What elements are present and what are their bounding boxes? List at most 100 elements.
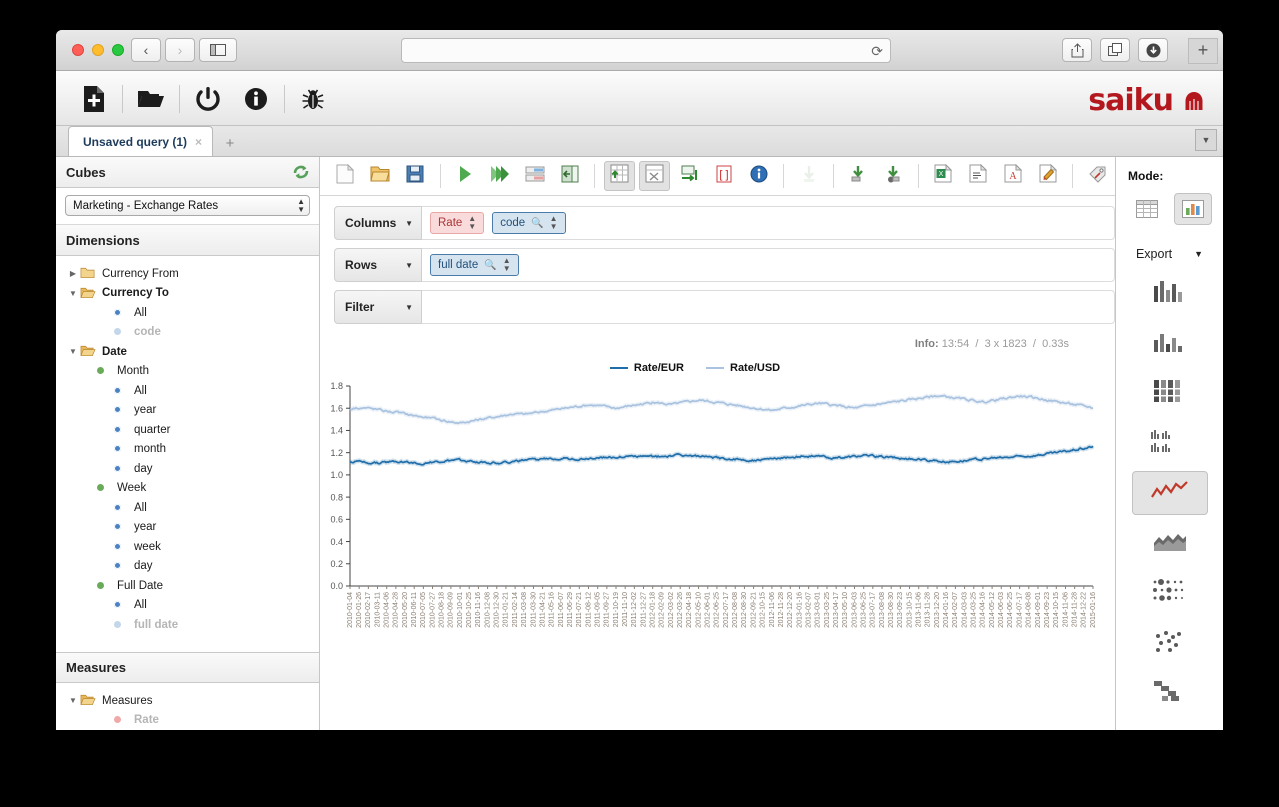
stepper-icon[interactable]: ▲ ▼ bbox=[550, 215, 558, 231]
debug-button[interactable] bbox=[289, 79, 337, 119]
query-info-button[interactable] bbox=[743, 161, 774, 191]
stacked-percent-bar-chart-button[interactable] bbox=[1132, 371, 1208, 415]
search-icon[interactable]: 🔍 bbox=[531, 218, 543, 229]
chevron-down-icon[interactable]: ▼ bbox=[405, 261, 413, 270]
open-query-button[interactable] bbox=[127, 79, 175, 119]
tag-query-button[interactable] bbox=[1082, 161, 1113, 191]
logout-button[interactable] bbox=[184, 79, 232, 119]
rows-label-button[interactable]: Rows ▼ bbox=[334, 248, 422, 282]
filter-field[interactable] bbox=[422, 290, 1115, 324]
show-tabs-button[interactable] bbox=[1100, 38, 1130, 62]
tree-item[interactable]: ▼ Currency To bbox=[56, 284, 319, 304]
tree-item[interactable]: ▶ Currency From bbox=[56, 264, 319, 284]
add-query-tab-button[interactable]: + bbox=[217, 130, 243, 156]
tree-item[interactable]: ▸ Week bbox=[56, 479, 319, 499]
refresh-cubes-button[interactable] bbox=[292, 163, 310, 184]
maximize-window-button[interactable] bbox=[112, 44, 124, 56]
legend-item[interactable]: Rate/EUR bbox=[609, 362, 684, 374]
minimize-window-button[interactable] bbox=[92, 44, 104, 56]
drill-through-disabled-button[interactable] bbox=[793, 161, 824, 191]
cube-select[interactable]: Marketing - Exchange Rates ▲ ▼ bbox=[65, 195, 310, 216]
rows-field[interactable]: full date 🔍 ▲ ▼ bbox=[422, 248, 1115, 282]
back-button[interactable]: ‹ bbox=[131, 38, 161, 62]
pie-chart-button[interactable] bbox=[1132, 721, 1208, 730]
export-csv-button[interactable] bbox=[963, 161, 994, 191]
chevron-down-icon[interactable]: ▼ bbox=[405, 219, 413, 228]
export-drill-through-all-button[interactable] bbox=[878, 161, 909, 191]
stepper-icon[interactable]: ▲ ▼ bbox=[468, 215, 476, 231]
chevron-down-icon[interactable]: ▼ bbox=[405, 303, 413, 312]
chip-code[interactable]: code 🔍 ▲ ▼ bbox=[492, 212, 566, 234]
automatic-execution-button[interactable] bbox=[484, 161, 515, 191]
tab-overflow-button[interactable]: ▼ bbox=[1195, 129, 1217, 151]
close-window-button[interactable] bbox=[72, 44, 84, 56]
new-tab-button[interactable]: + bbox=[1188, 38, 1218, 64]
export-pdf-button[interactable]: A bbox=[997, 161, 1028, 191]
suppress-empty-button[interactable] bbox=[638, 161, 670, 191]
scatter-chart-button[interactable] bbox=[1132, 621, 1208, 665]
columns-label-button[interactable]: Columns ▼ bbox=[334, 206, 422, 240]
area-chart-button[interactable] bbox=[1132, 521, 1208, 565]
export-drill-through-button[interactable] bbox=[843, 161, 874, 191]
sidebar-toggle-button[interactable] bbox=[199, 38, 237, 62]
chip-full-date[interactable]: full date 🔍 ▲ ▼ bbox=[430, 254, 519, 276]
chart-mode-button[interactable] bbox=[1173, 193, 1212, 225]
about-button[interactable] bbox=[232, 79, 280, 119]
swap-axes-button[interactable] bbox=[674, 161, 705, 191]
waterfall-chart-button[interactable] bbox=[1132, 671, 1208, 715]
tree-item[interactable]: ▸ year bbox=[56, 401, 319, 421]
line-chart[interactable]: 0.0 0.2 0.4 0.6 0.8 1.0 1.2 1.4 1.6 1.8 2010-01-04… bbox=[320, 374, 1115, 674]
dot-matrix-chart-button[interactable] bbox=[1132, 571, 1208, 615]
tree-item[interactable]: ▸ year bbox=[56, 518, 319, 538]
query-tab[interactable]: Unsaved query (1) × bbox=[68, 126, 214, 156]
export-row[interactable]: Export ▼ bbox=[1136, 247, 1203, 261]
forward-button[interactable]: › bbox=[165, 38, 195, 62]
tree-item[interactable]: ▸ All bbox=[56, 498, 319, 518]
share-button[interactable] bbox=[1062, 38, 1092, 62]
multiple-bar-chart-button[interactable] bbox=[1132, 421, 1208, 465]
tree-item[interactable]: ▸ day bbox=[56, 557, 319, 577]
tree-item[interactable]: ▸ day bbox=[56, 459, 319, 479]
line-chart-button[interactable] bbox=[1131, 471, 1208, 515]
open-query-button[interactable] bbox=[365, 161, 396, 191]
chip-rate[interactable]: Rate ▲ ▼ bbox=[430, 212, 485, 234]
tree-item[interactable]: ▸ month bbox=[56, 440, 319, 460]
chevron-down-icon[interactable]: ▼ bbox=[1194, 249, 1203, 259]
tree-item[interactable]: ▸ week bbox=[56, 537, 319, 557]
save-query-button[interactable] bbox=[400, 161, 431, 191]
reload-icon[interactable]: ⟳ bbox=[871, 43, 883, 60]
downloads-button[interactable] bbox=[1138, 38, 1168, 62]
legend-item[interactable]: Rate/USD bbox=[706, 362, 780, 374]
bar-chart-button[interactable] bbox=[1132, 271, 1208, 315]
new-query-button[interactable] bbox=[70, 79, 118, 119]
hide-parents-button[interactable] bbox=[603, 161, 635, 191]
tree-item[interactable]: ▸ Month bbox=[56, 362, 319, 382]
filter-dropzone[interactable]: Filter ▼ bbox=[334, 290, 1115, 324]
tree-item[interactable]: ▸ Rate bbox=[56, 711, 319, 731]
close-icon[interactable]: × bbox=[195, 135, 202, 149]
rows-dropzone[interactable]: Rows ▼ full date 🔍 ▲ ▼ bbox=[334, 248, 1115, 282]
expander-icon[interactable]: ▶ bbox=[66, 269, 80, 278]
tree-item[interactable]: ▼ Date bbox=[56, 342, 319, 362]
tree-item[interactable]: ▸ All bbox=[56, 303, 319, 323]
expander-icon[interactable]: ▼ bbox=[66, 347, 80, 356]
stacked-bar-chart-button[interactable] bbox=[1132, 321, 1208, 365]
address-bar[interactable]: ⟳ bbox=[401, 38, 891, 63]
toggle-sidebar-button[interactable] bbox=[554, 161, 585, 191]
tree-item[interactable]: ▸ quarter bbox=[56, 420, 319, 440]
tree-item[interactable]: ▸ All bbox=[56, 381, 319, 401]
export-xls-button[interactable]: X bbox=[928, 161, 959, 191]
run-query-button[interactable] bbox=[450, 161, 481, 191]
columns-field[interactable]: Rate ▲ ▼ code 🔍 ▲ ▼ bbox=[422, 206, 1115, 240]
tree-item[interactable]: ▸ full date bbox=[56, 615, 319, 635]
tree-item[interactable]: ▸ All bbox=[56, 596, 319, 616]
table-mode-button[interactable] bbox=[1128, 193, 1166, 225]
tree-item[interactable]: ▼ Measures bbox=[56, 691, 319, 711]
tree-item[interactable]: ▸ Full Date bbox=[56, 576, 319, 596]
filter-label-button[interactable]: Filter ▼ bbox=[334, 290, 422, 324]
expander-icon[interactable]: ▼ bbox=[66, 696, 80, 705]
tree-item[interactable]: ▸ code bbox=[56, 323, 319, 343]
search-icon[interactable]: 🔍 bbox=[484, 260, 496, 271]
columns-dropzone[interactable]: Columns ▼ Rate ▲ ▼ code 🔍 ▲ ▼ bbox=[334, 206, 1115, 240]
stepper-icon[interactable]: ▲ ▼ bbox=[503, 257, 511, 273]
